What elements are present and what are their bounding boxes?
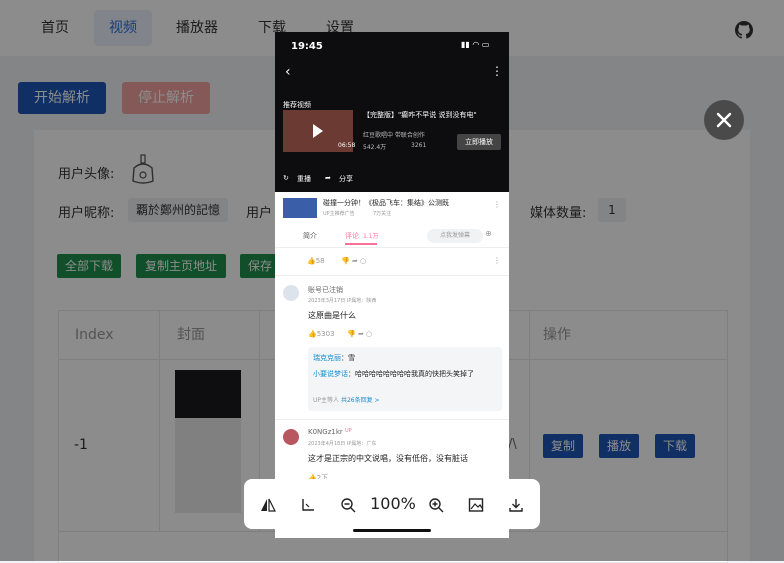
comment2-avatar bbox=[283, 429, 299, 445]
tab-divider bbox=[275, 247, 509, 248]
video-duration: 06:58 bbox=[338, 142, 356, 149]
comment-actions-icons: 👎 ➦ ○ bbox=[341, 257, 367, 265]
danmaku-input: 点我发弹幕 bbox=[427, 229, 483, 243]
download-icon bbox=[509, 498, 523, 512]
reply2-user: 小要说梦话 bbox=[313, 370, 348, 378]
zoom-out-icon bbox=[341, 497, 356, 512]
flip-button[interactable] bbox=[252, 479, 284, 529]
comment1-date: 2023年3月17日 IP属地：陕西 bbox=[308, 298, 377, 304]
back-icon: ‹ bbox=[285, 64, 291, 80]
comment1-text: 这原曲是什么 bbox=[308, 311, 356, 320]
home-indicator bbox=[353, 529, 431, 532]
comment-more-icon: ⋮ bbox=[493, 256, 501, 265]
zoom-in-icon bbox=[429, 497, 444, 512]
comment-divider bbox=[275, 419, 509, 420]
comment-avatar bbox=[283, 285, 299, 301]
rotate-button[interactable] bbox=[292, 479, 324, 529]
ad-more-icon: ⋮ bbox=[493, 200, 501, 209]
flip-icon bbox=[261, 498, 276, 512]
preview-image: 19:45 ▮▮ ◠ ▭ ‹ ⋮ 推荐视频 06:58 【完整版】"癫咋不早说 … bbox=[275, 32, 509, 538]
comment2-text: 这才是正宗的中文说唱，没有低俗，没有脏话 bbox=[308, 454, 468, 463]
image-icon bbox=[468, 497, 484, 512]
close-button[interactable] bbox=[704, 100, 744, 140]
like-top-count: 58 bbox=[315, 257, 325, 265]
zoom-out-button[interactable] bbox=[332, 479, 364, 529]
status-icons: ▮▮ ◠ ▭ bbox=[461, 40, 490, 49]
danmaku-icon: ⊕ bbox=[485, 229, 492, 238]
tab-comments: 评论 bbox=[345, 232, 359, 240]
reply1: 瑞克克丽：雪 bbox=[313, 353, 355, 363]
reply2: 小要说梦话：哈哈哈哈哈哈哈哈我真的快把头笑掉了 bbox=[313, 369, 497, 380]
tab-intro: 简介 bbox=[303, 232, 317, 240]
video-title: 【完整版】"癫咋不早说 说到没有电" bbox=[363, 111, 477, 119]
video-danmaku: 3261 bbox=[411, 142, 427, 149]
recommend-label: 推荐视频 bbox=[283, 101, 311, 109]
share-icon: ➦ bbox=[325, 174, 331, 182]
reply-more: UP主等人 共26条回复 > bbox=[313, 395, 380, 404]
comment2-badge: UP bbox=[345, 428, 352, 434]
ad-sub: 7万关注 bbox=[373, 211, 392, 217]
video-views: 542.4万 bbox=[363, 144, 387, 151]
ad-text: 碰撞一分钟！《极品飞车：集结》公测既 bbox=[323, 199, 449, 207]
play-now-button: 立即播放 bbox=[457, 134, 501, 150]
reply1-text: ：雪 bbox=[341, 354, 355, 362]
comment-count: 1.1万 bbox=[363, 233, 379, 240]
replay-icon: ↻ bbox=[283, 174, 289, 182]
comment1-actions-icons: 👎 ➦ ○ bbox=[347, 330, 373, 338]
comment1-likes: 👍5303 bbox=[308, 330, 335, 338]
reply-more-link: 共26条回复 > bbox=[340, 397, 380, 404]
comment1-likes-count: 5303 bbox=[316, 330, 335, 338]
zoom-level: 100% bbox=[370, 494, 416, 513]
reply2-text: ：哈哈哈哈哈哈哈哈我真的快把头笑掉了 bbox=[348, 370, 474, 378]
share-label: 分享 bbox=[339, 175, 353, 183]
ad-tag: UP主推荐广告 bbox=[323, 211, 355, 217]
status-time: 19:45 bbox=[291, 41, 323, 52]
comment1-user: 账号已注销 bbox=[308, 286, 343, 294]
video-uploader: 红豆歌唱中 带联合创作 bbox=[363, 132, 425, 139]
reply-more-prefix: UP主等人 bbox=[313, 397, 340, 404]
ad-thumbnail bbox=[283, 198, 317, 218]
like-top: 👍58 bbox=[307, 257, 325, 265]
comment-divider bbox=[275, 275, 509, 276]
reply1-user: 瑞克克丽 bbox=[313, 354, 341, 362]
zoom-in-button[interactable] bbox=[420, 479, 452, 529]
original-size-button[interactable] bbox=[460, 479, 492, 529]
viewer-toolbar: 100% bbox=[244, 479, 540, 529]
close-icon bbox=[716, 112, 732, 128]
download-image-button[interactable] bbox=[500, 479, 532, 529]
comment2-date: 2023年4月18日 IP属地：广东 bbox=[308, 441, 377, 447]
tab-underline bbox=[345, 243, 377, 245]
replay-label: 重播 bbox=[297, 175, 311, 183]
more-icon: ⋮ bbox=[491, 64, 503, 78]
comment2-user: K0NGz1kr bbox=[308, 428, 343, 436]
rotate-icon bbox=[302, 498, 314, 511]
